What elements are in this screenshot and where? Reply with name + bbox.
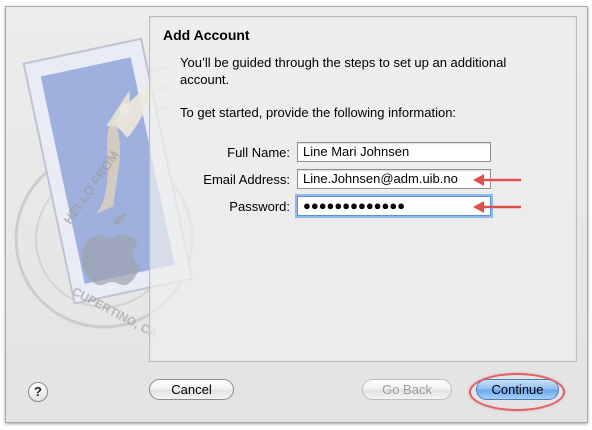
intro-text: You’ll be guided through the steps to se… [180, 55, 507, 87]
password-field[interactable]: ●●●●●●●●●●●●● [297, 196, 491, 216]
help-button[interactable]: ? [28, 382, 48, 402]
add-account-window: HELLO FROM CUPERTINO, CA Add Account You… [5, 6, 588, 423]
arrow-left-icon [473, 201, 521, 213]
cancel-button[interactable]: Cancel [149, 379, 234, 400]
arrow-left-icon [473, 174, 521, 186]
password-label: Password: [229, 199, 290, 214]
full-name-field[interactable]: Line Mari Johnsen [297, 142, 491, 162]
highlight-ring [469, 373, 565, 411]
dialog-title: Add Account [163, 27, 250, 43]
prompt-text: To get started, provide the following in… [180, 105, 457, 120]
email-label: Email Address: [203, 172, 290, 187]
account-form-panel: Add Account You’ll be guided through the… [149, 16, 577, 362]
go-back-button[interactable]: Go Back [362, 379, 452, 400]
email-field[interactable]: Line.Johnsen@adm.uib.no [297, 169, 491, 189]
full-name-label: Full Name: [227, 145, 290, 160]
